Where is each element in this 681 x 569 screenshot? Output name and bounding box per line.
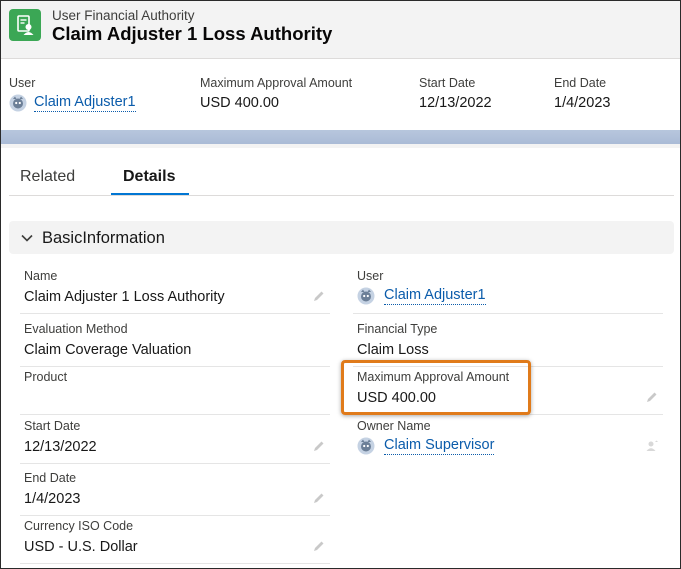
field-evaluation-method: Evaluation Method Claim Coverage Valuati… [20, 318, 330, 367]
edit-pencil-icon[interactable] [312, 289, 326, 303]
user-avatar-icon [9, 94, 27, 112]
field-product: Product [20, 366, 330, 415]
field-label: End Date [24, 471, 77, 485]
field-label: User [357, 269, 384, 283]
highlight-user-link[interactable]: Claim Adjuster1 [34, 94, 136, 112]
highlight-end-date-label: End Date [554, 76, 607, 90]
field-label: Owner Name [357, 419, 431, 433]
highlights-panel: User Claim Adjuster1 Maximum Approval Am… [1, 60, 680, 130]
tab-details[interactable]: Details [123, 168, 175, 186]
field-divider [20, 463, 330, 464]
field-user: User Claim Adjuster1 [353, 265, 663, 314]
edit-pencil-icon[interactable] [312, 439, 326, 453]
section-title: BasicInformation [42, 229, 165, 247]
header-band [1, 130, 680, 144]
field-label: Product [24, 370, 68, 384]
highlight-user: User Claim Adjuster1 [9, 76, 136, 112]
field-start-date: Start Date 12/13/2022 [20, 415, 330, 464]
tab-related[interactable]: Related [20, 168, 75, 186]
field-value: 12/13/2022 [24, 439, 97, 455]
user-financial-authority-icon [9, 9, 41, 41]
highlight-max-amount-value: USD 400.00 [200, 95, 279, 111]
field-label: Financial Type [357, 322, 438, 336]
highlight-start-date: Start Date 12/13/2022 [419, 76, 492, 111]
highlight-start-date-value: 12/13/2022 [419, 95, 492, 111]
tab-bar-divider [9, 195, 674, 196]
change-owner-icon[interactable] [645, 439, 659, 453]
field-value: USD - U.S. Dollar [24, 539, 138, 555]
field-value: Claim Adjuster 1 Loss Authority [24, 289, 225, 305]
field-divider [353, 313, 663, 314]
field-divider [20, 313, 330, 314]
highlight-end-date-value: 1/4/2023 [554, 95, 611, 111]
highlight-user-label: User [9, 76, 36, 90]
highlight-max-amount-label: Maximum Approval Amount [200, 76, 353, 90]
highlight-annotation-box [341, 360, 531, 415]
record-page: User Financial Authority Claim Adjuster … [0, 0, 681, 569]
field-owner-name: Owner Name Claim Supervisor [353, 415, 663, 464]
object-type-label: User Financial Authority [52, 8, 195, 23]
tab-bar: Related Details [1, 148, 680, 198]
edit-pencil-icon[interactable] [312, 491, 326, 505]
edit-pencil-icon[interactable] [645, 390, 659, 404]
user-link[interactable]: Claim Adjuster1 [384, 287, 486, 305]
page-title: Claim Adjuster 1 Loss Authority [52, 23, 333, 44]
highlight-max-amount: Maximum Approval Amount USD 400.00 [200, 76, 352, 111]
highlight-end-date: End Date 1/4/2023 [554, 76, 610, 111]
owner-link[interactable]: Claim Supervisor [384, 437, 495, 455]
field-name: Name Claim Adjuster 1 Loss Authority [20, 265, 330, 314]
field-currency-iso-code: Currency ISO Code USD - U.S. Dollar [20, 515, 330, 564]
field-label: Start Date [24, 419, 81, 433]
field-label: Currency ISO Code [24, 519, 134, 533]
highlight-start-date-label: Start Date [419, 76, 476, 90]
field-divider [20, 563, 330, 564]
field-value: Claim Coverage Valuation [24, 342, 192, 358]
field-label: Name [24, 269, 58, 283]
field-value: 1/4/2023 [24, 491, 81, 507]
field-label: Evaluation Method [24, 322, 128, 336]
field-value: Claim Loss [357, 342, 429, 358]
user-avatar-icon [357, 437, 375, 455]
section-toggle-basic-information[interactable]: BasicInformation [9, 221, 674, 254]
field-end-date: End Date 1/4/2023 [20, 467, 330, 516]
user-avatar-icon [357, 287, 375, 305]
edit-pencil-icon[interactable] [312, 539, 326, 553]
chevron-down-icon [20, 231, 34, 245]
page-header: User Financial Authority Claim Adjuster … [1, 1, 680, 59]
